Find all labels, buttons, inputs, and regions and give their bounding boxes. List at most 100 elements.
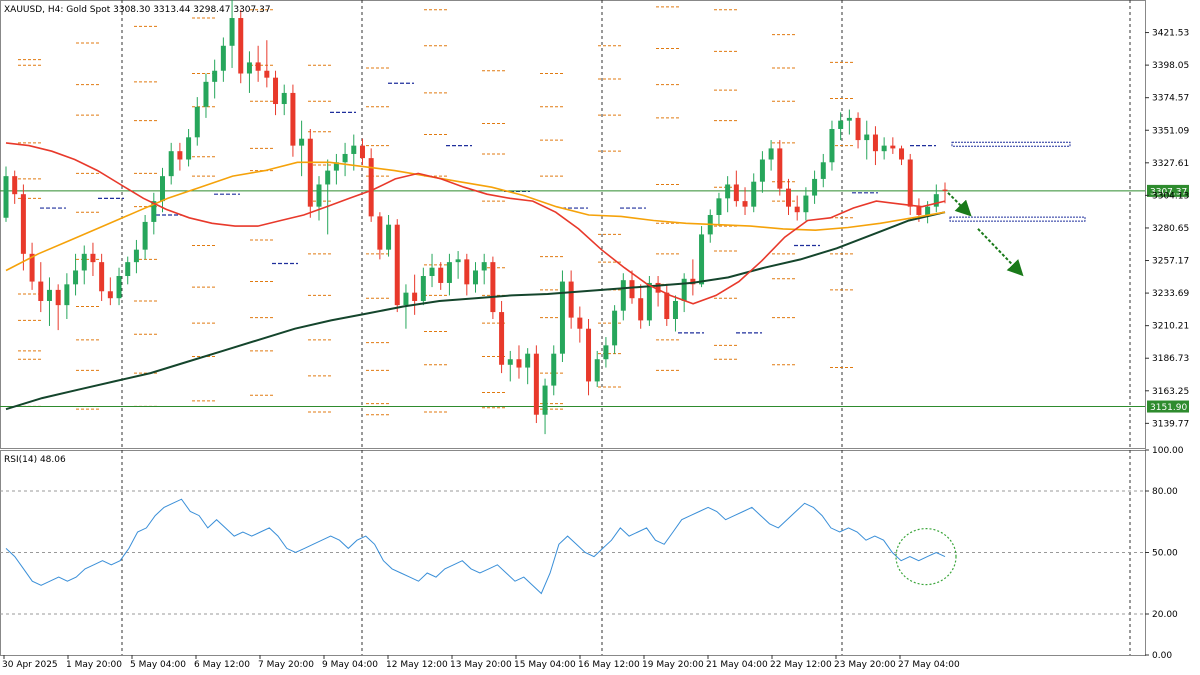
candle-body bbox=[412, 292, 418, 301]
candle-body bbox=[812, 178, 818, 196]
time-axis-label: 22 May 12:00 bbox=[770, 660, 832, 670]
price-axis-label: 3327.61 bbox=[1152, 159, 1189, 169]
price-axis-label: 3398.05 bbox=[1152, 61, 1189, 71]
price-axis-label: 3163.25 bbox=[1152, 387, 1189, 397]
projection-zone-lower bbox=[949, 216, 1086, 222]
candle-body bbox=[855, 117, 861, 141]
chart-canvas: 3307.373151.903421.533398.053374.573351.… bbox=[0, 0, 1189, 670]
candle-body bbox=[290, 92, 296, 146]
candle-body bbox=[916, 206, 922, 215]
candle-body bbox=[386, 224, 392, 250]
candle-body bbox=[786, 188, 791, 207]
candle-body bbox=[116, 276, 122, 299]
candle-body bbox=[716, 198, 722, 215]
candle-body bbox=[525, 353, 531, 368]
candle-body bbox=[142, 221, 148, 250]
candle-body bbox=[794, 206, 800, 213]
price-axis-label: 3421.53 bbox=[1152, 29, 1189, 39]
candle-body bbox=[160, 176, 165, 202]
candle-body bbox=[307, 138, 313, 207]
candle-body bbox=[394, 224, 400, 306]
candle-body bbox=[516, 359, 522, 368]
candle-body bbox=[73, 270, 79, 285]
candle-body bbox=[568, 281, 574, 318]
candle-body bbox=[846, 117, 852, 121]
short-arrow bbox=[947, 192, 972, 217]
rsi-axis-label: 0.00 bbox=[1152, 651, 1172, 661]
candle-body bbox=[264, 70, 270, 78]
candle-body bbox=[359, 145, 365, 159]
candle-body bbox=[481, 262, 487, 271]
candle-body bbox=[681, 278, 687, 301]
candle-body bbox=[316, 184, 322, 207]
candle-body bbox=[664, 292, 670, 320]
rsi-axis-label: 50.00 bbox=[1152, 549, 1178, 559]
candle-body bbox=[12, 176, 18, 195]
candle-body bbox=[586, 328, 592, 382]
candle-body bbox=[3, 176, 9, 218]
candle-body bbox=[499, 312, 505, 365]
candle-body bbox=[933, 194, 939, 207]
time-axis-label: 6 May 12:00 bbox=[194, 660, 250, 670]
candle-body bbox=[759, 159, 765, 182]
candle-body bbox=[612, 310, 618, 346]
rsi-highlight-circle bbox=[895, 527, 957, 586]
time-axis-label: 5 May 04:00 bbox=[130, 660, 186, 670]
candle-body bbox=[629, 280, 635, 299]
candle-body bbox=[872, 134, 878, 152]
candle-body bbox=[603, 345, 609, 360]
candle-body bbox=[125, 262, 131, 277]
candle-body bbox=[299, 138, 305, 146]
price-axis-label: 3139.77 bbox=[1152, 419, 1189, 429]
rsi-axis-label: 100.00 bbox=[1152, 446, 1184, 456]
candle-body bbox=[838, 120, 844, 129]
time-axis-label: 23 May 20:00 bbox=[834, 660, 896, 670]
time-axis-label: 12 May 12:00 bbox=[386, 660, 448, 670]
candle-body bbox=[133, 249, 139, 263]
candle-body bbox=[194, 106, 200, 138]
candle-body bbox=[420, 276, 426, 301]
candle-body bbox=[281, 92, 287, 105]
candle-body bbox=[646, 282, 652, 321]
candle-body bbox=[594, 359, 600, 382]
rsi-line bbox=[5, 498, 946, 595]
time-axis-label: 9 May 04:00 bbox=[322, 660, 378, 670]
candle-body bbox=[742, 201, 748, 207]
rsi-axis-label: 80.00 bbox=[1152, 487, 1178, 497]
candle-body bbox=[507, 359, 513, 365]
candle-body bbox=[638, 298, 644, 321]
trend-arrow bbox=[977, 228, 1024, 277]
time-axis-label: 1 May 20:00 bbox=[66, 660, 122, 670]
candle-body bbox=[212, 70, 218, 82]
price-axis-label: 3186.73 bbox=[1152, 354, 1189, 364]
candle-body bbox=[620, 280, 626, 311]
candle-body bbox=[829, 128, 835, 163]
candle-body bbox=[64, 284, 70, 306]
candle-body bbox=[490, 262, 496, 313]
candle-body bbox=[473, 270, 478, 285]
candle-body bbox=[273, 77, 279, 105]
candle-body bbox=[577, 317, 583, 329]
candle-body bbox=[403, 292, 409, 306]
candle-body bbox=[203, 81, 209, 107]
candle-body bbox=[942, 189, 948, 191]
projection-zone-upper bbox=[951, 141, 1071, 147]
candle-body bbox=[455, 259, 461, 263]
candle-body bbox=[229, 18, 235, 46]
candle-body bbox=[351, 145, 357, 154]
time-axis-label: 21 May 04:00 bbox=[706, 660, 768, 670]
price-tag-label: 3151.90 bbox=[1150, 403, 1187, 413]
candle-body bbox=[325, 170, 331, 185]
candle-body bbox=[99, 262, 105, 292]
candle-body bbox=[438, 267, 444, 283]
time-axis-label: 13 May 20:00 bbox=[450, 660, 512, 670]
candle-body bbox=[725, 184, 731, 199]
time-axis-label: 16 May 12:00 bbox=[578, 660, 640, 670]
rsi-header: RSI(14) 48.06 bbox=[4, 455, 66, 465]
candle-body bbox=[186, 137, 192, 160]
candle-body bbox=[377, 216, 383, 250]
candle-body bbox=[899, 148, 905, 160]
time-axis-label: 15 May 04:00 bbox=[514, 660, 576, 670]
candle-body bbox=[542, 385, 548, 415]
time-axis-label: 27 May 04:00 bbox=[898, 660, 960, 670]
